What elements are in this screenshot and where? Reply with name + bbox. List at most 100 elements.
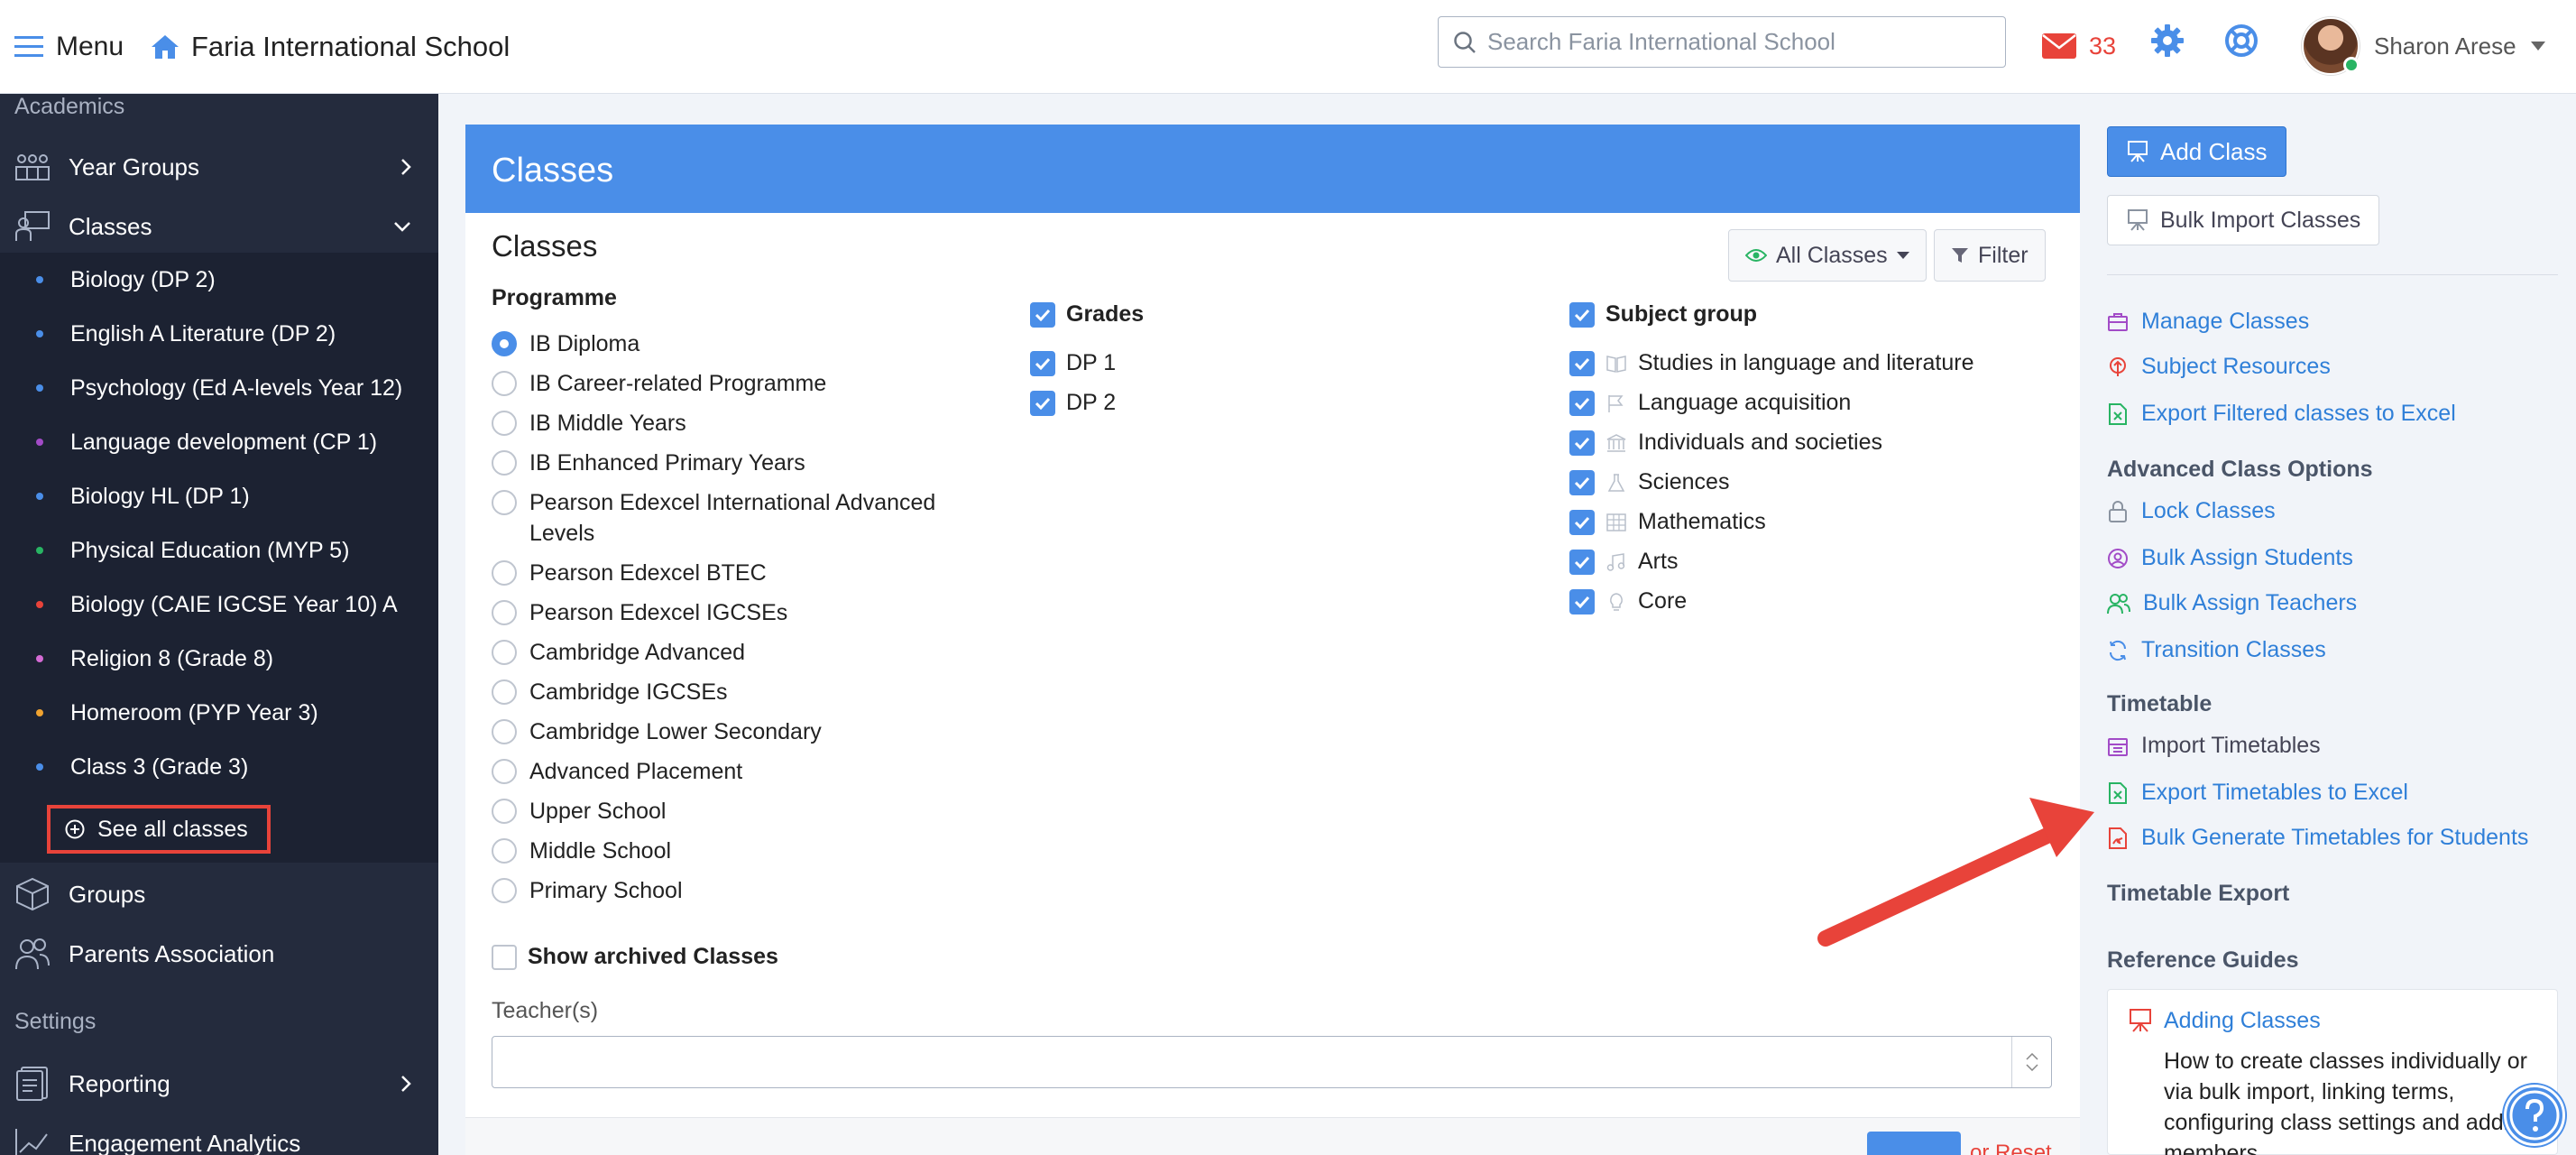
class-item[interactable]: Homeroom (PYP Year 3) xyxy=(0,686,438,740)
transition-classes-link[interactable]: Transition Classes xyxy=(2107,637,2326,663)
export-timetables-link[interactable]: Export Timetables to Excel xyxy=(2107,780,2408,806)
grades-all-checkbox[interactable]: Grades xyxy=(1030,301,1144,328)
checkbox[interactable] xyxy=(492,944,517,970)
see-all-classes-button[interactable]: See all classes xyxy=(47,805,271,854)
subject-group-checkbox[interactable]: Sciences xyxy=(1569,469,1729,495)
class-item[interactable]: Language development (CP 1) xyxy=(0,415,438,469)
checkbox[interactable] xyxy=(1030,350,1055,376)
radio-button[interactable] xyxy=(492,331,517,356)
lock-classes-link[interactable]: Lock Classes xyxy=(2107,498,2276,524)
bulk-import-button[interactable]: Bulk Import Classes xyxy=(2107,195,2380,245)
search-box[interactable] xyxy=(1438,16,2006,68)
filter-button[interactable]: Filter xyxy=(1934,229,2046,282)
messages-button[interactable]: 33 xyxy=(2042,25,2116,67)
help-button[interactable] xyxy=(2504,1085,2565,1146)
programme-radio[interactable]: Cambridge Advanced xyxy=(492,637,745,668)
grade-checkbox[interactable]: DP 1 xyxy=(1030,350,1116,376)
checkbox[interactable] xyxy=(1569,469,1595,495)
menu-button[interactable]: Menu xyxy=(14,23,124,70)
subject-group-checkbox[interactable]: Language acquisition xyxy=(1569,390,1851,416)
radio-button[interactable] xyxy=(492,719,517,744)
class-item[interactable]: Class 3 (Grade 3) xyxy=(0,740,438,794)
checkbox[interactable] xyxy=(1569,390,1595,416)
subject-group-label: Mathematics xyxy=(1638,509,1766,534)
subject-group-checkbox[interactable]: Core xyxy=(1569,588,1687,614)
bulk-assign-students-link[interactable]: Bulk Assign Students xyxy=(2107,545,2353,571)
select-spinner[interactable] xyxy=(2011,1037,2051,1087)
add-class-button[interactable]: Add Class xyxy=(2107,126,2286,177)
programme-radio[interactable]: Middle School xyxy=(492,836,671,866)
sidebar-item-groups[interactable]: Groups xyxy=(0,864,438,924)
sidebar-item-parents-association[interactable]: Parents Association xyxy=(0,924,438,984)
bulk-generate-timetables-link[interactable]: Bulk Generate Timetables for Students xyxy=(2107,825,2528,851)
checkbox[interactable] xyxy=(1569,588,1595,614)
radio-button[interactable] xyxy=(492,411,517,436)
sidebar-item-classes[interactable]: Classes xyxy=(0,197,438,256)
programme-radio[interactable]: Pearson Edexcel International Advanced L… xyxy=(492,487,961,549)
class-item[interactable]: Religion 8 (Grade 8) xyxy=(0,632,438,686)
bulk-assign-teachers-link[interactable]: Bulk Assign Teachers xyxy=(2107,590,2357,616)
programme-radio[interactable]: IB Diploma xyxy=(492,328,639,359)
subject-resources-link[interactable]: Subject Resources xyxy=(2107,354,2331,380)
show-archived-checkbox[interactable]: Show archived Classes xyxy=(492,944,778,970)
radio-button[interactable] xyxy=(492,640,517,665)
users-icon xyxy=(15,938,50,970)
radio-button[interactable] xyxy=(492,759,517,784)
programme-radio[interactable]: Upper School xyxy=(492,796,666,827)
reset-link[interactable]: or Reset xyxy=(1970,1141,2052,1155)
checkbox[interactable] xyxy=(1569,509,1595,535)
class-item[interactable]: Psychology (Ed A-levels Year 12) xyxy=(0,361,438,415)
programme-radio[interactable]: IB Enhanced Primary Years xyxy=(492,448,805,478)
programme-radio[interactable]: Cambridge IGCSEs xyxy=(492,677,728,707)
manage-classes-link[interactable]: Manage Classes xyxy=(2107,309,2309,335)
settings-button[interactable] xyxy=(2150,23,2185,58)
programme-radio[interactable]: IB Career-related Programme xyxy=(492,368,826,399)
checkbox[interactable] xyxy=(1569,301,1595,328)
radio-button[interactable] xyxy=(492,371,517,396)
all-classes-dropdown[interactable]: All Classes xyxy=(1728,229,1927,282)
checkbox[interactable] xyxy=(1569,430,1595,456)
radio-button[interactable] xyxy=(492,838,517,864)
class-item[interactable]: Biology HL (DP 1) xyxy=(0,469,438,523)
sidebar-item-engagement-analytics[interactable]: Engagement Analytics xyxy=(0,1113,438,1155)
import-timetables-link[interactable]: Import Timetables xyxy=(2107,733,2321,759)
sidebar-item-reporting[interactable]: Reporting xyxy=(0,1054,438,1113)
user-menu[interactable]: Sharon Arese xyxy=(2302,13,2545,79)
programme-radio[interactable]: Pearson Edexcel BTEC xyxy=(492,558,767,588)
grade-checkbox[interactable]: DP 2 xyxy=(1030,390,1116,416)
reference-guide-title[interactable]: Adding Classes xyxy=(2164,1008,2321,1034)
subject-group-all-checkbox[interactable]: Subject group xyxy=(1569,301,1757,328)
programme-radio[interactable]: IB Middle Years xyxy=(492,408,686,439)
radio-button[interactable] xyxy=(492,560,517,586)
programme-radio[interactable]: Pearson Edexcel IGCSEs xyxy=(492,597,787,628)
search-input[interactable] xyxy=(1487,28,1974,56)
radio-button[interactable] xyxy=(492,450,517,476)
radio-button[interactable] xyxy=(492,600,517,625)
class-item[interactable]: Biology (DP 2) xyxy=(0,253,438,307)
class-item[interactable]: Physical Education (MYP 5) xyxy=(0,523,438,578)
radio-button[interactable] xyxy=(492,490,517,515)
subject-group-checkbox[interactable]: Mathematics xyxy=(1569,509,1766,535)
apply-filter-button[interactable] xyxy=(1867,1132,1961,1155)
checkbox[interactable] xyxy=(1569,350,1595,376)
support-button[interactable] xyxy=(2224,23,2259,58)
radio-button[interactable] xyxy=(492,679,517,705)
checkbox[interactable] xyxy=(1569,549,1595,575)
class-item[interactable]: English A Literature (DP 2) xyxy=(0,307,438,361)
class-item[interactable]: Biology (CAIE IGCSE Year 10) A xyxy=(0,578,438,632)
filter-label: Filter xyxy=(1978,242,2029,268)
teachers-select[interactable] xyxy=(492,1036,2052,1088)
programme-radio[interactable]: Cambridge Lower Secondary xyxy=(492,716,822,747)
radio-button[interactable] xyxy=(492,799,517,824)
checkbox[interactable] xyxy=(1030,390,1055,416)
checkbox[interactable] xyxy=(1030,301,1055,328)
subject-group-checkbox[interactable]: Studies in language and literature xyxy=(1569,350,1974,376)
programme-radio[interactable]: Primary School xyxy=(492,875,683,906)
radio-button[interactable] xyxy=(492,878,517,903)
sidebar-item-year-groups[interactable]: Year Groups xyxy=(0,137,438,197)
export-filtered-link[interactable]: Export Filtered classes to Excel xyxy=(2107,401,2456,427)
programme-radio[interactable]: Advanced Placement xyxy=(492,756,742,787)
subject-group-checkbox[interactable]: Individuals and societies xyxy=(1569,430,1882,456)
subject-group-checkbox[interactable]: Arts xyxy=(1569,549,1678,575)
school-home-link[interactable]: Faria International School xyxy=(150,23,510,70)
